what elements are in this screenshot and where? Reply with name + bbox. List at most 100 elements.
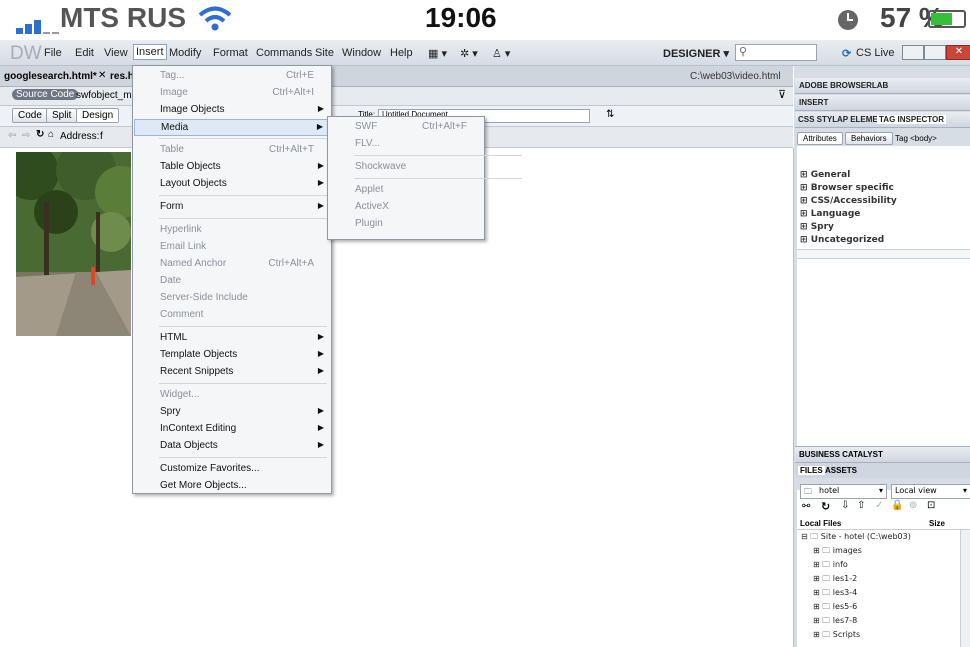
attributes-tab[interactable]: Attributes [797, 132, 843, 145]
menu-item-template-objects[interactable]: Template Objects ▶ [134, 347, 330, 364]
folder-les7-8[interactable]: ⊞ 🗀 les7-8 [813, 615, 857, 629]
category-browser-specific[interactable]: ⊞ Browser specific [800, 183, 894, 193]
tab-googlesearch[interactable]: googlesearch.html* [4, 71, 97, 82]
sync-icon[interactable]: ⊚ [909, 500, 917, 511]
back-icon[interactable]: ⇦ [8, 130, 16, 141]
tab-res[interactable]: res.h [110, 71, 134, 82]
insert-panel-header[interactable]: INSERT [795, 95, 970, 111]
menu-site[interactable]: Site [315, 47, 334, 59]
close-button[interactable]: ✕ [946, 45, 970, 60]
attribute-edit-row[interactable] [797, 249, 970, 259]
layout-icon[interactable]: ▦ ▾ [428, 47, 447, 60]
menu-item-named-anchor[interactable]: Named Anchor Ctrl+Alt+A [134, 256, 330, 273]
menu-view[interactable]: View [104, 47, 128, 59]
menu-item-form[interactable]: Form ▶ [134, 199, 330, 216]
menu-item-recent-snippets[interactable]: Recent Snippets ▶ [134, 364, 330, 381]
tab-ap-elements[interactable]: AP ELEME [837, 115, 878, 124]
menu-item-image[interactable]: Image Ctrl+Alt+I [134, 85, 330, 102]
menu-item-activex[interactable]: ActiveX [329, 199, 483, 216]
view-select[interactable]: Local view ▾ [891, 484, 970, 499]
business-catalyst-header[interactable]: BUSINESS CATALYST [795, 446, 970, 463]
tab-close-icon[interactable]: ✕ [98, 70, 106, 81]
category-uncategorized[interactable]: ⊞ Uncategorized [800, 235, 884, 245]
menu-item-comment[interactable]: Comment [134, 307, 330, 324]
site-select[interactable]: 🗀 hotel ▾ [800, 484, 887, 499]
menu-help[interactable]: Help [390, 47, 413, 59]
folder-images[interactable]: ⊞ 🗀 images [813, 545, 862, 559]
extend-icon[interactable]: ✲ ▾ [460, 47, 478, 60]
menu-item-spry[interactable]: Spry ▶ [134, 404, 330, 421]
cslive-button[interactable]: CS Live [856, 47, 895, 59]
menu-item-applet[interactable]: Applet [329, 182, 483, 199]
minimize-button[interactable] [902, 45, 924, 60]
menu-item-swf[interactable]: SWF Ctrl+Alt+F [329, 119, 483, 136]
expand-icon[interactable]: ⊡ [927, 500, 935, 511]
connect-icon[interactable]: ⚯ [802, 501, 810, 512]
menu-insert[interactable]: Insert [133, 44, 167, 60]
code-view-button[interactable]: Code [12, 108, 48, 123]
folder-les3-4[interactable]: ⊞ 🗀 les3-4 [813, 587, 857, 601]
category-general[interactable]: ⊞ General [800, 170, 850, 180]
browserlab-panel-header[interactable]: ADOBE BROWSERLAB [795, 78, 970, 94]
menu-item-incontext-editing[interactable]: InContext Editing ▶ [134, 421, 330, 438]
menu-item-get-more-objects[interactable]: Get More Objects... [134, 478, 330, 495]
menu-format[interactable]: Format [213, 47, 248, 59]
tab-files[interactable]: FILES [798, 466, 825, 475]
menu-item-email-link[interactable]: Email Link [134, 239, 330, 256]
menu-item-table[interactable]: Table Ctrl+Alt+T [134, 142, 330, 159]
related-source-code[interactable]: Source Code [12, 89, 79, 100]
check-out-icon[interactable]: ✓ [875, 500, 883, 511]
menu-item-image-objects[interactable]: Image Objects ▶ [134, 102, 330, 119]
workspace-switcher[interactable]: DESIGNER ▾ [663, 47, 729, 60]
menu-item-shockwave[interactable]: Shockwave [329, 159, 483, 176]
tab-css-styles[interactable]: CSS STYL [798, 115, 837, 124]
behaviors-tab[interactable]: Behaviors [845, 132, 893, 145]
menu-file[interactable]: File [44, 47, 62, 59]
menu-item-plugin[interactable]: Plugin [329, 216, 483, 233]
menu-edit[interactable]: Edit [75, 47, 94, 59]
menu-item-data-objects[interactable]: Data Objects ▶ [134, 438, 330, 455]
column-local-files[interactable]: Local Files [800, 519, 841, 528]
menu-item-media[interactable]: Media ▶ [134, 119, 330, 136]
menu-window[interactable]: Window [342, 47, 381, 59]
restore-button[interactable] [924, 45, 946, 60]
category-language[interactable]: ⊞ Language [800, 209, 860, 219]
filter-icon[interactable]: ⊽ [778, 88, 786, 101]
refresh-files-icon[interactable]: ↻ [821, 500, 830, 513]
address-field[interactable]: f [100, 131, 103, 142]
menu-item-customize-favorites[interactable]: Customize Favorites... [134, 461, 330, 478]
home-icon[interactable]: ⌂ [48, 129, 54, 140]
menu-item-layout-objects[interactable]: Layout Objects ▶ [134, 176, 330, 193]
tab-assets[interactable]: ASSETS [825, 466, 857, 475]
help-search-input[interactable]: ⚲ [735, 44, 817, 61]
folder-les1-2[interactable]: ⊞ 🗀 les1-2 [813, 573, 857, 587]
get-files-icon[interactable]: ⇩ [841, 500, 849, 511]
refresh-icon[interactable]: ↻ [36, 129, 44, 140]
files-scrollbar[interactable] [960, 530, 970, 647]
menu-item-table-objects[interactable]: Table Objects ▶ [134, 159, 330, 176]
column-size[interactable]: Size [929, 519, 945, 528]
put-files-icon[interactable]: ⇧ [857, 500, 865, 511]
folder-scripts[interactable]: ⊞ 🗀 Scripts [813, 629, 860, 643]
category-css-accessibility[interactable]: ⊞ CSS/Accessibility [800, 196, 897, 206]
site-icon[interactable]: ♙ ▾ [492, 47, 510, 60]
menu-commands[interactable]: Commands [256, 47, 312, 59]
menu-item-flv[interactable]: FLV... [329, 136, 483, 153]
file-management-icon[interactable]: ⇅ [606, 109, 614, 120]
folder-info[interactable]: ⊞ 🗀 info [813, 559, 848, 573]
design-view-button[interactable]: Design [76, 108, 120, 123]
menu-item-widget[interactable]: Widget... [134, 387, 330, 404]
check-in-icon[interactable]: 🔒 [891, 500, 903, 511]
menu-item-hyperlink[interactable]: Hyperlink [134, 222, 330, 239]
menu-item-server-side-include[interactable]: Server-Side Include [134, 290, 330, 307]
site-root-row[interactable]: ⊟ 🗀 Site - hotel (C:\web03) [801, 531, 911, 545]
folder-les5-6[interactable]: ⊞ 🗀 les5-6 [813, 601, 857, 615]
menu-item-date[interactable]: Date [134, 273, 330, 290]
menu-item-tag[interactable]: Tag... Ctrl+E [134, 68, 330, 85]
menu-item-html[interactable]: HTML ▶ [134, 330, 330, 347]
menu-modify[interactable]: Modify [169, 47, 201, 59]
category-spry[interactable]: ⊞ Spry [800, 222, 834, 232]
tab-tag-inspector[interactable]: TAG INSPECTOR [877, 115, 947, 124]
split-view-button[interactable]: Split [46, 108, 78, 123]
forward-icon[interactable]: ⇨ [22, 130, 30, 141]
